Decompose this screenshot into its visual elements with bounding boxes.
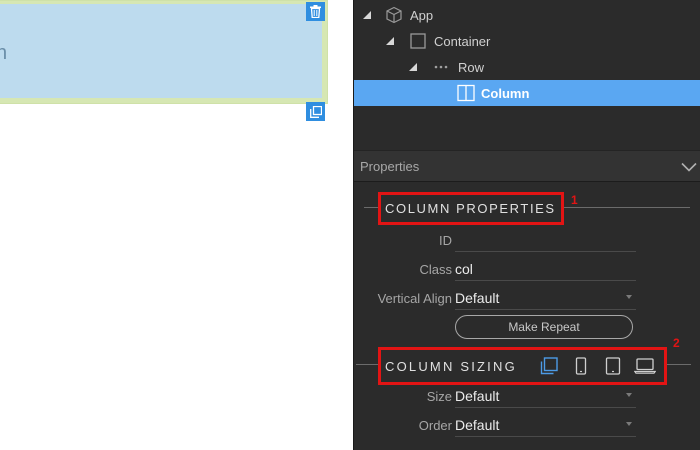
column-properties-heading: COLUMN PROPERTIES [385,201,556,216]
id-label: ID [439,233,452,248]
selected-column-element[interactable]: n [0,4,322,98]
dots-icon [434,65,448,69]
size-select[interactable]: Default [455,384,636,408]
phone-icon[interactable] [569,355,593,377]
tree-item-label: Column [481,85,530,101]
cube-icon [385,6,403,24]
dropdown-caret-icon [626,393,632,397]
tree-item-label: Row [458,59,485,75]
order-value: Default [455,416,500,433]
order-label: Order [418,418,452,433]
dropdown-caret-icon [626,295,632,299]
class-input[interactable]: col [455,257,636,281]
tree-item-label: App [410,7,434,23]
vertical-align-value: Default [455,289,500,306]
class-label: Class [419,262,452,277]
tablet-icon[interactable] [601,355,625,377]
section-divider [667,364,691,365]
id-input[interactable] [455,228,636,252]
expand-triangle-icon[interactable] [363,11,371,19]
chevron-down-icon[interactable] [681,159,697,177]
size-label: Size [426,389,452,404]
trash-icon [310,5,321,18]
size-value: Default [455,387,500,404]
class-value: col [455,260,473,277]
tree-item-app[interactable]: App [354,2,700,28]
selected-column-outline[interactable]: n [0,0,328,104]
device-size-toggle-group [531,355,657,377]
vertical-align-label: Vertical Align [377,291,452,306]
section-divider [356,364,378,365]
properties-title: Properties [360,158,420,174]
tree-item-label: Container [434,33,491,49]
make-repeat-button[interactable]: Make Repeat [455,315,633,339]
design-canvas[interactable]: n [0,0,353,450]
laptop-icon[interactable] [633,355,657,377]
tree-item-row[interactable]: Row [354,54,700,80]
expand-triangle-icon[interactable] [409,63,417,71]
order-select[interactable]: Default [455,413,636,437]
column-text: n [0,42,8,64]
callout-number-2: 2 [673,336,680,350]
square-icon [410,33,426,49]
all-devices-icon[interactable] [537,355,561,377]
column-sizing-heading-highlight: COLUMN SIZING [378,347,667,385]
column-properties-heading-highlight: COLUMN PROPERTIES [378,192,564,225]
delete-element-button[interactable] [306,2,325,21]
side-panel: App Container Row Column Properties COLU… [353,0,700,450]
dropdown-caret-icon [626,422,632,426]
tree-item-container[interactable]: Container [354,28,700,54]
callout-number-1: 1 [571,193,578,207]
properties-header[interactable]: Properties [354,150,700,182]
tree-item-column[interactable]: Column [354,80,700,106]
vertical-align-select[interactable]: Default [455,286,636,310]
duplicate-icon [309,105,322,118]
expand-triangle-icon[interactable] [386,37,394,45]
duplicate-element-button[interactable] [306,102,325,121]
column-icon [457,84,475,102]
column-sizing-heading: COLUMN SIZING [385,358,517,374]
